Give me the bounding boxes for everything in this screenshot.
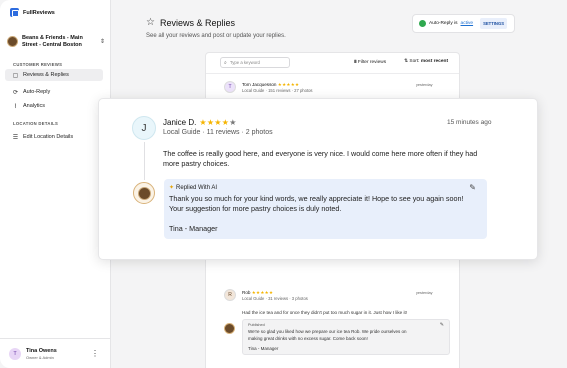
reviewer-name-text: Rob: [242, 290, 251, 295]
sidebar-item-label: Edit Location Details: [23, 134, 74, 140]
status-dot-icon: [419, 20, 426, 27]
edit-icon[interactable]: ✎: [469, 183, 476, 192]
fullreviews-logo-icon: [10, 8, 19, 17]
section-customer-reviews: CUSTOMER REVIEWS: [13, 62, 63, 67]
sidebar-item-label: Analytics: [23, 103, 46, 109]
stars-empty: ★: [229, 118, 237, 127]
reply-text: Thank you so much for your kind words, w…: [169, 194, 464, 213]
focused-review-card: J Janice D. ★★★★★ Local Guide · 11 revie…: [98, 98, 538, 260]
search-box[interactable]: ⌕: [220, 57, 290, 68]
avatar: J: [132, 116, 156, 140]
reply-status-label: Replied With AI: [176, 184, 218, 191]
filter-label: Filter reviews: [357, 60, 387, 65]
reply-box: Published ✎ We're so glad you liked how …: [242, 319, 450, 355]
chart-icon: ⌇: [14, 103, 17, 110]
sort-value: most recent: [420, 59, 449, 64]
reply-status: ✦ Replied With AI: [169, 184, 218, 192]
avatar: T: [224, 81, 236, 93]
page-title: ☆ Reviews & Replies: [146, 17, 235, 28]
reviewer-meta: Local Guide · 151 reviews · 27 photos: [242, 88, 313, 93]
review-text: Had the ice tea and for once they didn't…: [242, 310, 408, 315]
search-icon: ⌕: [224, 59, 227, 66]
gear-cycle-icon: ⟳: [12, 89, 19, 96]
search-input[interactable]: [229, 60, 286, 65]
review-text: The coffee is really good here, and ever…: [163, 149, 478, 168]
edit-icon[interactable]: ✎: [440, 322, 444, 328]
reviewer-name-text: Tom Jacquesson: [242, 82, 277, 87]
reply-text-line-2: making great drinks with no excess sugar…: [248, 336, 368, 341]
location-name: Beans & Friends - Main Street - Central …: [22, 35, 83, 48]
user-name: Tina Owens: [26, 347, 57, 354]
user-profile[interactable]: T Tina Owens Owner & Admin ⋮: [0, 338, 111, 368]
list-icon: ☰: [12, 134, 19, 141]
app-window: FullReviews Beans & Friends - Main Stree…: [0, 0, 567, 368]
sidebar-item-edit-location[interactable]: ☰ Edit Location Details: [5, 131, 103, 143]
reply-signature: Tina - Manager: [248, 346, 279, 351]
sidebar-item-reviews-replies[interactable]: ▢ Reviews & Replies: [5, 69, 103, 81]
review-time: yesterday: [416, 291, 433, 295]
auto-reply-status: Auto-Reply is active SETTINGS: [412, 14, 515, 33]
auto-reply-status-link[interactable]: active: [461, 21, 474, 26]
coffee-logo-icon: [137, 186, 151, 200]
review-time: 15 minutes ago: [447, 119, 492, 126]
sidebar: FullReviews Beans & Friends - Main Stree…: [0, 0, 111, 368]
sidebar-item-label: Auto-Reply: [23, 89, 51, 95]
location-switcher[interactable]: Beans & Friends - Main Street - Central …: [7, 35, 105, 49]
thread-line: [144, 142, 145, 180]
review-item: R Rob ★★★★★ Local Guide · 31 reviews · 3…: [224, 289, 450, 368]
sidebar-item-label: Reviews & Replies: [23, 72, 69, 78]
reply-text-line-1: We're so glad you liked how we prepare o…: [248, 329, 407, 334]
brand[interactable]: FullReviews: [10, 8, 55, 17]
rating-stars: ★★★★★: [199, 118, 236, 127]
stars-filled: ★★★★: [199, 118, 230, 127]
reply-status: Published: [248, 323, 265, 327]
sidebar-item-auto-reply[interactable]: ⟳ Auto-Reply: [5, 86, 103, 98]
chevron-updown-icon: ⇕: [99, 39, 105, 45]
filter-reviews-button[interactable]: ⩩ Filter reviews: [354, 59, 386, 65]
reviewer-meta: Local Guide · 31 reviews · 3 photos: [242, 296, 308, 301]
sparkle-icon: ✦: [169, 185, 175, 191]
reviewer-name: Janice D. ★★★★★: [163, 118, 237, 127]
star-outline-icon: ☆: [146, 17, 155, 28]
chat-bubbles-icon: ▢: [12, 72, 19, 79]
reply-signature: Tina - Manager: [169, 224, 218, 233]
user-role: Owner & Admin: [26, 354, 54, 360]
brand-name: FullReviews: [23, 9, 55, 16]
rating-stars: ★★★★★: [277, 82, 300, 87]
reply-box: ✦ Replied With AI ✎ Thank you so much fo…: [164, 179, 487, 239]
sidebar-item-analytics[interactable]: ⌇ Analytics: [5, 100, 103, 112]
location-logo-icon: [7, 36, 18, 47]
more-vertical-icon[interactable]: ⋮: [91, 349, 99, 358]
page-title-text: Reviews & Replies: [159, 17, 235, 28]
sort-label: Sort:: [409, 59, 420, 64]
reviewer-meta: Local Guide · 11 reviews · 2 photos: [163, 129, 273, 136]
sort-icon: ⇅: [404, 59, 409, 64]
filter-icon: ⩩: [354, 60, 357, 65]
review-time: yesterday: [416, 83, 433, 87]
divider: [206, 73, 459, 74]
business-avatar: [224, 323, 235, 334]
rating-stars: ★★★★★: [251, 290, 274, 295]
auto-reply-label: Auto-Reply is: [429, 21, 458, 26]
section-location-details: LOCATION DETAILS: [13, 121, 59, 126]
avatar: T: [9, 347, 21, 360]
page-subtitle: See all your reviews and post or update …: [146, 33, 286, 39]
business-avatar: [133, 182, 155, 204]
sort-dropdown[interactable]: ⇅ Sort: most recent: [404, 59, 448, 64]
avatar: R: [224, 289, 236, 301]
settings-button[interactable]: SETTINGS: [480, 18, 508, 29]
reviewer-name-text: Janice D.: [163, 118, 197, 127]
